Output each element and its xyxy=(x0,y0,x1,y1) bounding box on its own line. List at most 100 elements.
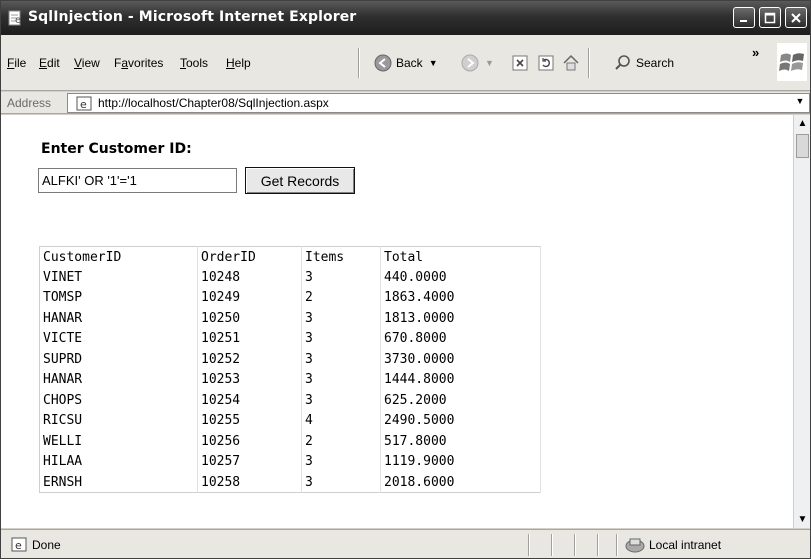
cell-customer-id: VICTE xyxy=(39,328,198,349)
cell-customer-id: RICSU xyxy=(39,410,198,431)
cell-order-id: 10248 xyxy=(197,267,302,288)
cell-order-id: 10250 xyxy=(197,308,302,329)
stop-button[interactable] xyxy=(512,49,528,77)
page-content: Enter Customer ID: ALFKI' OR '1'='1 Get … xyxy=(1,115,793,528)
toolbar-separator xyxy=(358,48,360,78)
back-button[interactable]: Back ▼ xyxy=(374,49,438,77)
menu-edit-key: E xyxy=(39,56,48,70)
menu-tools[interactable]: Tools xyxy=(180,56,208,70)
table-row: TOMSP 10249 2 1863.4000 xyxy=(39,287,541,308)
cell-customer-id: VINET xyxy=(39,267,198,288)
cell-items: 3 xyxy=(301,472,381,493)
status-divider xyxy=(574,534,576,556)
address-input[interactable]: e http://localhost/Chapter08/SqlInjectio… xyxy=(67,93,810,113)
menu-toolbar: File Edit View Favorites Tools Help Back… xyxy=(1,35,810,91)
cell-total: 1119.9000 xyxy=(380,451,541,472)
forward-arrow-icon xyxy=(461,54,479,72)
menu-view-key: V xyxy=(74,56,82,70)
ie-page-icon: e xyxy=(7,10,24,26)
forward-button[interactable]: ▼ xyxy=(461,49,494,77)
cell-items: 2 xyxy=(301,431,381,452)
menu-tools-key: T xyxy=(180,56,186,70)
menu-help[interactable]: Help xyxy=(226,56,251,70)
cell-order-id: 10252 xyxy=(197,349,302,370)
vertical-scrollbar[interactable]: ▲ ▼ xyxy=(793,115,810,528)
cell-order-id: 10251 xyxy=(197,328,302,349)
customer-id-input[interactable]: ALFKI' OR '1'='1 xyxy=(38,168,237,193)
refresh-button[interactable] xyxy=(538,49,554,77)
svg-text:e: e xyxy=(15,539,22,552)
cell-total: 1813.0000 xyxy=(380,308,541,329)
maximize-icon xyxy=(764,12,776,23)
cell-total: 670.8000 xyxy=(380,328,541,349)
minimize-icon xyxy=(740,19,747,22)
cell-items: 3 xyxy=(301,328,381,349)
page-icon: e xyxy=(76,96,92,111)
cell-items: 3 xyxy=(301,349,381,370)
page-done-icon: e xyxy=(11,537,27,552)
back-label: Back xyxy=(396,56,423,70)
status-divider xyxy=(616,534,618,556)
status-text: Done xyxy=(32,538,61,552)
get-records-button[interactable]: Get Records xyxy=(245,167,355,194)
table-row: VINET 10248 3 440.0000 xyxy=(39,267,541,288)
cell-customer-id: CHOPS xyxy=(39,390,198,411)
table-row: SUPRD 10252 3 3730.0000 xyxy=(39,349,541,370)
menu-view[interactable]: View xyxy=(74,56,100,70)
cell-items: 3 xyxy=(301,308,381,329)
address-dropdown-icon[interactable]: ▼ xyxy=(793,96,807,110)
status-divider xyxy=(597,534,599,556)
scroll-up-arrow-icon[interactable]: ▲ xyxy=(794,115,811,132)
minimize-button[interactable] xyxy=(733,7,755,28)
cell-total: 2018.6000 xyxy=(380,472,541,493)
forward-dropdown-icon: ▼ xyxy=(485,58,494,68)
scroll-thumb[interactable] xyxy=(796,134,809,158)
table-header-row: CustomerID OrderID Items Total xyxy=(39,246,541,267)
cell-order-id: 10257 xyxy=(197,451,302,472)
table-row: HANAR 10253 3 1444.8000 xyxy=(39,369,541,390)
cell-customer-id: WELLI xyxy=(39,431,198,452)
column-header: Total xyxy=(380,246,541,267)
scroll-down-arrow-icon[interactable]: ▼ xyxy=(794,511,811,528)
cell-items: 3 xyxy=(301,267,381,288)
cell-items: 3 xyxy=(301,390,381,411)
cell-items: 3 xyxy=(301,451,381,472)
menu-file[interactable]: File xyxy=(7,56,26,70)
toolbar-separator-2 xyxy=(588,48,590,78)
browser-window: e SqlInjection - Microsoft Internet Expl… xyxy=(0,0,811,559)
refresh-icon xyxy=(538,55,554,71)
cell-customer-id: ERNSH xyxy=(39,472,198,493)
security-zone-label: Local intranet xyxy=(649,538,722,552)
back-dropdown-icon[interactable]: ▼ xyxy=(429,58,438,68)
close-button[interactable] xyxy=(785,7,807,28)
title-bar[interactable]: e SqlInjection - Microsoft Internet Expl… xyxy=(1,1,810,35)
cell-order-id: 10255 xyxy=(197,410,302,431)
cell-customer-id: TOMSP xyxy=(39,287,198,308)
menu-edit[interactable]: Edit xyxy=(39,56,60,70)
cell-total: 517.8000 xyxy=(380,431,541,452)
cell-items: 2 xyxy=(301,287,381,308)
cell-customer-id: HANAR xyxy=(39,308,198,329)
cell-order-id: 10254 xyxy=(197,390,302,411)
window-title: SqlInjection - Microsoft Internet Explor… xyxy=(28,9,357,25)
cell-total: 440.0000 xyxy=(380,267,541,288)
toolbar-overflow-chevron[interactable]: » xyxy=(752,45,759,60)
home-button[interactable] xyxy=(562,49,580,77)
cell-total: 2490.5000 xyxy=(380,410,541,431)
cell-order-id: 10253 xyxy=(197,369,302,390)
back-arrow-icon xyxy=(374,54,392,72)
windows-flag-icon xyxy=(779,53,804,71)
table-row: WELLI 10256 2 517.8000 xyxy=(39,431,541,452)
customer-id-heading: Enter Customer ID: xyxy=(41,141,192,157)
stop-icon xyxy=(512,55,528,71)
table-row: HANAR 10250 3 1813.0000 xyxy=(39,308,541,329)
search-button[interactable]: Search xyxy=(614,49,674,77)
maximize-button[interactable] xyxy=(759,7,781,28)
menu-favorites-key: a xyxy=(121,56,129,70)
results-table: CustomerID OrderID Items Total VINET 1024… xyxy=(39,246,541,493)
menu-file-key: F xyxy=(7,56,15,70)
menu-favorites[interactable]: Favorites xyxy=(114,56,163,70)
cell-order-id: 10256 xyxy=(197,431,302,452)
table-row: RICSU 10255 4 2490.5000 xyxy=(39,410,541,431)
cell-customer-id: HILAA xyxy=(39,451,198,472)
